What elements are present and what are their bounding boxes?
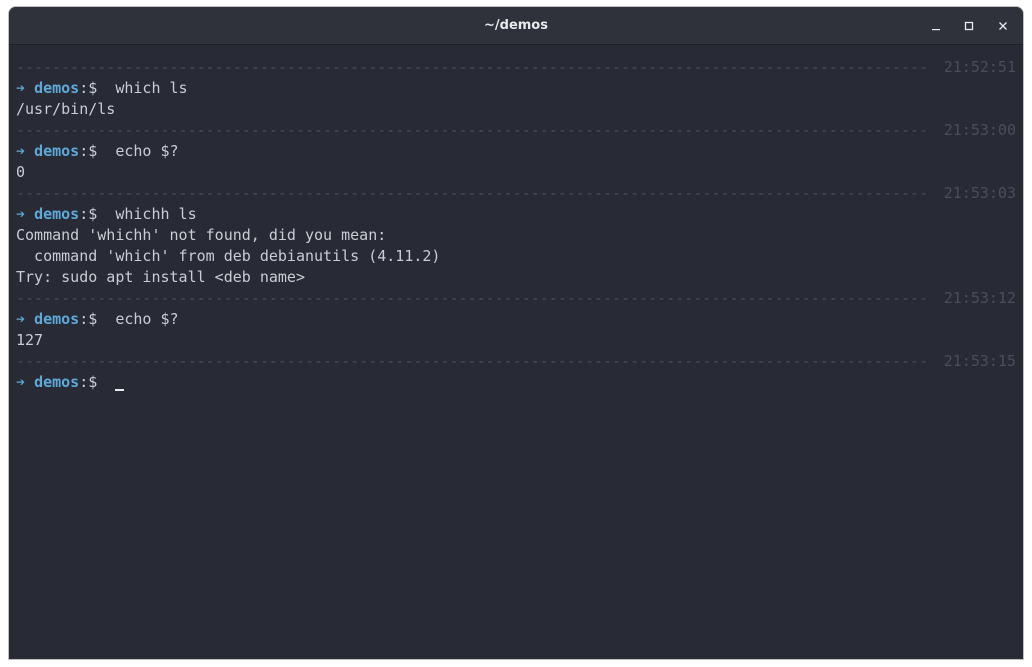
separator-dashes: ----------------------------------------…	[16, 289, 928, 307]
output-line: 0	[16, 163, 26, 181]
timestamp: 21:53:03	[943, 184, 1016, 202]
terminal-output[interactable]: ----------------------------------------…	[16, 57, 1016, 393]
timestamp: 21:52:51	[943, 58, 1016, 76]
output-line: 127	[16, 331, 44, 349]
output-line: Try: sudo apt install <deb name>	[16, 268, 305, 286]
prompt-cwd: demos	[34, 310, 80, 328]
prompt-arrow-icon: ➔	[16, 142, 26, 160]
prompt-cwd: demos	[34, 373, 80, 391]
prompt-arrow-icon: ➔	[16, 373, 26, 391]
separator-line: ----------------------------------------…	[16, 120, 1016, 141]
separator-line: ----------------------------------------…	[16, 351, 1016, 372]
prompt-line: ➔ demos:$ echo $?	[16, 309, 1016, 330]
prompt-arrow-icon: ➔	[16, 310, 26, 328]
command-text: echo $?	[115, 310, 179, 328]
prompt-cwd: demos	[34, 205, 80, 223]
minimize-button[interactable]	[926, 16, 946, 36]
separator-dashes: ----------------------------------------…	[16, 121, 928, 139]
prompt-arrow-icon: ➔	[16, 205, 26, 223]
separator-dashes: ----------------------------------------…	[16, 352, 928, 370]
output-line: Command 'whichh' not found, did you mean…	[16, 226, 387, 244]
maximize-button[interactable]	[959, 16, 979, 36]
separator-line: ----------------------------------------…	[16, 288, 1016, 309]
output-line: /usr/bin/ls	[16, 100, 116, 118]
prompt-cwd: demos	[34, 142, 80, 160]
prompt-symbol: :$	[79, 142, 98, 160]
title-bar[interactable]: ~/demos	[9, 7, 1023, 45]
prompt-arrow-icon: ➔	[16, 79, 26, 97]
active-prompt-line[interactable]: ➔ demos:$	[16, 372, 1016, 393]
separator-dashes: ----------------------------------------…	[16, 58, 928, 76]
command-text: whichh ls	[115, 205, 197, 223]
maximize-icon	[964, 21, 974, 31]
prompt-symbol: :$	[79, 310, 98, 328]
command-text: which ls	[115, 79, 188, 97]
prompt-line: ➔ demos:$ whichh ls	[16, 204, 1016, 225]
command-text: echo $?	[115, 142, 179, 160]
prompt-symbol: :$	[79, 373, 98, 391]
separator-line: ----------------------------------------…	[16, 57, 1016, 78]
prompt-symbol: :$	[79, 79, 98, 97]
close-icon	[999, 22, 1007, 30]
text-cursor	[115, 389, 125, 391]
separator-dashes: ----------------------------------------…	[16, 184, 928, 202]
prompt-cwd: demos	[34, 79, 80, 97]
terminal-window: ~/demos --------------------------------…	[9, 7, 1023, 659]
timestamp: 21:53:12	[943, 289, 1016, 307]
prompt-line: ➔ demos:$ which ls	[16, 78, 1016, 99]
output-line: command 'which' from deb debianutils (4.…	[16, 247, 441, 265]
timestamp: 21:53:00	[943, 121, 1016, 139]
close-button[interactable]	[993, 16, 1013, 36]
minimize-icon	[932, 29, 940, 31]
separator-line: ----------------------------------------…	[16, 183, 1016, 204]
window-title: ~/demos	[484, 18, 548, 33]
prompt-line: ➔ demos:$ echo $?	[16, 141, 1016, 162]
timestamp: 21:53:15	[943, 352, 1016, 370]
prompt-symbol: :$	[79, 205, 98, 223]
